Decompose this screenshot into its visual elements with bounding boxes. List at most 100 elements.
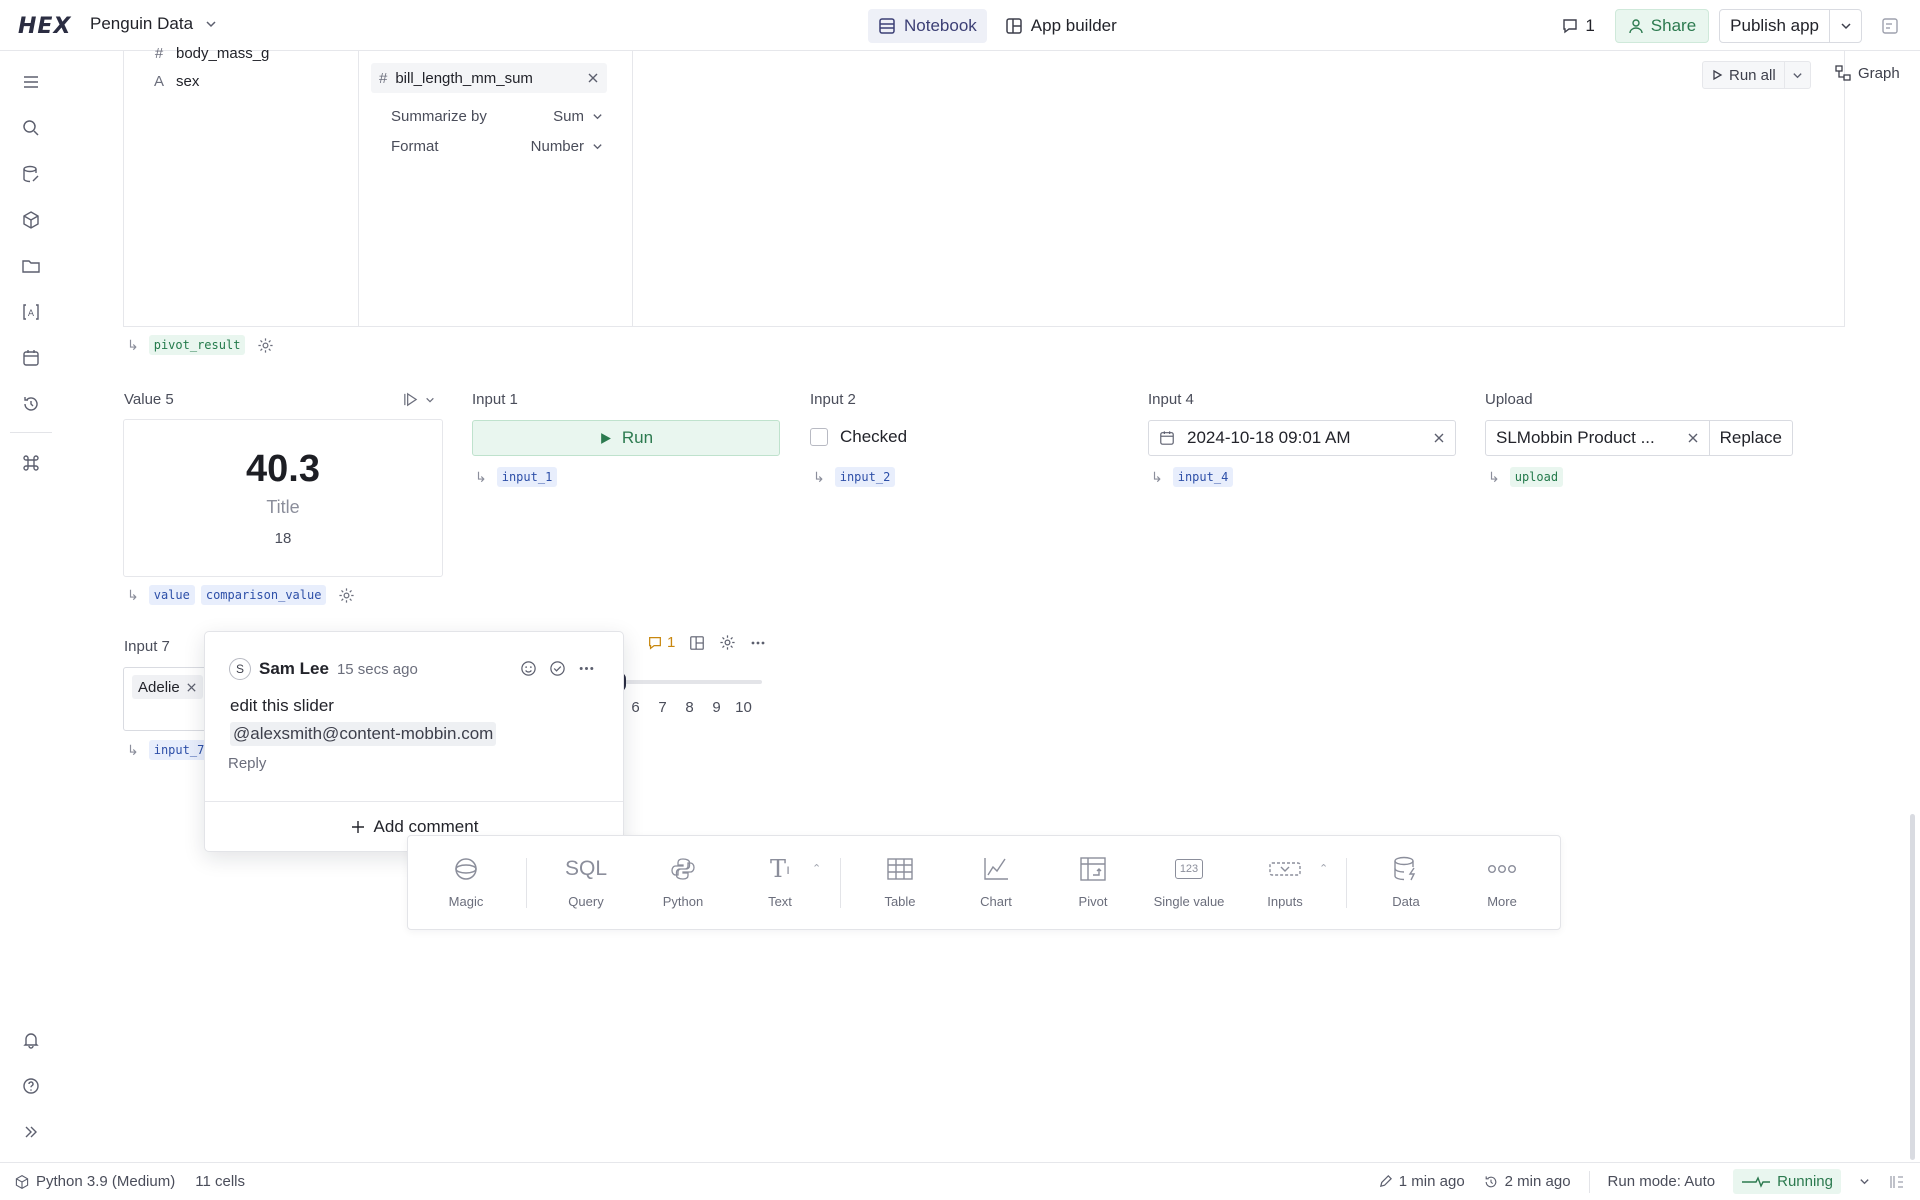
add-pivot-cell[interactable]: Pivot bbox=[1045, 854, 1141, 909]
uploaded-file-name: SLMobbin Product ... bbox=[1496, 428, 1655, 447]
remove-value-icon[interactable] bbox=[587, 72, 599, 84]
output-variable[interactable]: input_7 bbox=[148, 740, 210, 760]
output-variable[interactable]: input_2 bbox=[834, 467, 896, 487]
gear-icon[interactable] bbox=[719, 634, 736, 651]
uploaded-file[interactable]: SLMobbin Product ... bbox=[1486, 421, 1709, 455]
cell-toolbar: 1 bbox=[647, 634, 766, 651]
tab-app-builder[interactable]: App builder bbox=[995, 9, 1127, 43]
run-button[interactable]: Run bbox=[472, 420, 780, 456]
resolve-icon[interactable] bbox=[549, 660, 566, 677]
remove-file-icon[interactable] bbox=[1687, 432, 1699, 444]
comments-button[interactable]: 1 bbox=[1551, 16, 1604, 36]
selected-option-chip[interactable]: Adelie bbox=[132, 675, 203, 699]
search-icon[interactable] bbox=[20, 117, 42, 139]
tab-notebook[interactable]: Notebook bbox=[868, 9, 987, 43]
format-select[interactable]: Number bbox=[531, 138, 603, 155]
version-history[interactable]: 2 min ago bbox=[1483, 1173, 1571, 1190]
add-table-cell[interactable]: Table bbox=[852, 854, 948, 909]
add-python-cell[interactable]: Python bbox=[635, 854, 731, 909]
sql-glyph: SQL bbox=[564, 857, 608, 880]
publish-dropdown[interactable] bbox=[1829, 10, 1861, 42]
add-cell-toolbar: Magic SQL Query Python Tı Text ⌃ Table C… bbox=[407, 835, 1561, 930]
output-variable[interactable]: value bbox=[148, 585, 195, 605]
output-variable[interactable]: input_4 bbox=[1172, 467, 1234, 487]
add-query-cell[interactable]: SQL Query bbox=[538, 854, 634, 909]
checkbox[interactable] bbox=[810, 428, 828, 446]
add-single-value-cell[interactable]: 123 Single value bbox=[1141, 854, 1237, 909]
kernel-selector[interactable]: Python 3.9 (Medium) bbox=[14, 1173, 175, 1190]
history-icon[interactable] bbox=[20, 393, 42, 415]
output-variable[interactable]: comparison_value bbox=[200, 585, 327, 605]
run-all-button[interactable]: Run all bbox=[1702, 61, 1811, 89]
magic-icon bbox=[418, 854, 514, 884]
emoji-icon[interactable] bbox=[520, 660, 537, 677]
add-single-value-label: Single value bbox=[1153, 894, 1225, 909]
add-more-cell[interactable]: More bbox=[1454, 854, 1550, 909]
more-icon[interactable] bbox=[750, 635, 766, 651]
field-body-mass[interactable]: # body_mass_g bbox=[152, 45, 270, 62]
summarize-by-option: Summarize by Sum bbox=[391, 108, 603, 125]
project-selector[interactable]: Penguin Data bbox=[90, 14, 217, 34]
summarize-by-value: Sum bbox=[553, 108, 584, 125]
slider-track[interactable] bbox=[620, 680, 762, 684]
add-chart-cell[interactable]: Chart bbox=[948, 854, 1044, 909]
components-icon[interactable] bbox=[20, 209, 42, 231]
field-sex[interactable]: A sex bbox=[152, 73, 199, 90]
run-mode[interactable]: Run mode: Auto bbox=[1608, 1173, 1716, 1190]
command-icon[interactable] bbox=[20, 452, 42, 474]
checkbox-input[interactable]: Checked bbox=[810, 427, 907, 447]
cell-comments-button[interactable]: 1 bbox=[647, 634, 675, 651]
layout-icon[interactable] bbox=[689, 635, 705, 651]
output-arrow-icon: ↳ bbox=[1488, 468, 1500, 485]
python-icon bbox=[635, 854, 731, 884]
variables-icon[interactable]: A bbox=[20, 301, 42, 323]
chevron-down-icon[interactable] bbox=[1859, 1176, 1870, 1187]
graph-button[interactable]: Graph bbox=[1834, 64, 1900, 82]
run-all-dropdown[interactable] bbox=[1783, 62, 1810, 88]
replace-button[interactable]: Replace bbox=[1708, 421, 1792, 455]
panel-toggle-icon[interactable] bbox=[1880, 16, 1900, 36]
help-icon[interactable] bbox=[20, 1075, 42, 1097]
output-variable[interactable]: input_1 bbox=[496, 467, 558, 487]
expand-icon[interactable] bbox=[20, 1121, 42, 1143]
avatar: S bbox=[229, 658, 251, 680]
chevron-up-icon[interactable]: ⌃ bbox=[1319, 862, 1328, 875]
outline-icon[interactable] bbox=[20, 71, 42, 93]
comment-header: S Sam Lee 15 secs ago bbox=[229, 658, 418, 680]
value5-run-controls[interactable] bbox=[402, 391, 435, 408]
add-data-cell[interactable]: Data bbox=[1358, 854, 1454, 909]
data-browser-icon[interactable] bbox=[20, 163, 42, 185]
value-field-chip[interactable]: # bill_length_mm_sum bbox=[371, 63, 607, 93]
add-magic-cell[interactable]: Magic bbox=[418, 854, 514, 909]
input7-output-row: ↳ input_7 bbox=[127, 740, 210, 760]
play-icon bbox=[1713, 69, 1723, 81]
gear-icon[interactable] bbox=[338, 587, 355, 604]
data-icon bbox=[1358, 854, 1454, 884]
clear-date-icon[interactable] bbox=[1433, 432, 1445, 444]
slider-ticks: 6 7 8 9 10 bbox=[622, 699, 757, 716]
files-icon[interactable] bbox=[20, 255, 42, 277]
output-variable[interactable]: pivot_result bbox=[148, 335, 246, 355]
share-button[interactable]: Share bbox=[1614, 9, 1710, 43]
chevron-up-icon[interactable]: ⌃ bbox=[812, 862, 821, 875]
add-more-label: More bbox=[1487, 894, 1517, 909]
bell-icon[interactable] bbox=[20, 1029, 42, 1051]
gear-icon[interactable] bbox=[257, 337, 274, 354]
summarize-by-select[interactable]: Sum bbox=[553, 108, 603, 125]
chevron-down-icon bbox=[1793, 72, 1802, 78]
reply-link[interactable]: Reply bbox=[228, 755, 266, 772]
last-saved-time: 2 min ago bbox=[1504, 1173, 1571, 1190]
user-mention[interactable]: @alexsmith@content-mobbin.com bbox=[230, 722, 497, 746]
more-icon[interactable] bbox=[578, 660, 595, 677]
kernel-status-badge[interactable]: Running bbox=[1733, 1169, 1841, 1194]
run-all-main[interactable]: Run all bbox=[1703, 62, 1784, 88]
keyboard-shortcuts-icon[interactable] bbox=[1888, 1173, 1906, 1191]
scrollbar[interactable] bbox=[1910, 814, 1915, 1160]
output-variable[interactable]: upload bbox=[1509, 467, 1564, 487]
output-arrow-icon: ↳ bbox=[127, 741, 139, 758]
publish-app-button[interactable]: Publish app bbox=[1719, 9, 1862, 43]
schedule-icon[interactable] bbox=[20, 347, 42, 369]
date-input[interactable]: 2024-10-18 09:01 AM bbox=[1148, 420, 1456, 456]
hex-logo[interactable]: HEX bbox=[18, 14, 71, 39]
output-arrow-icon: ↳ bbox=[1151, 468, 1163, 485]
